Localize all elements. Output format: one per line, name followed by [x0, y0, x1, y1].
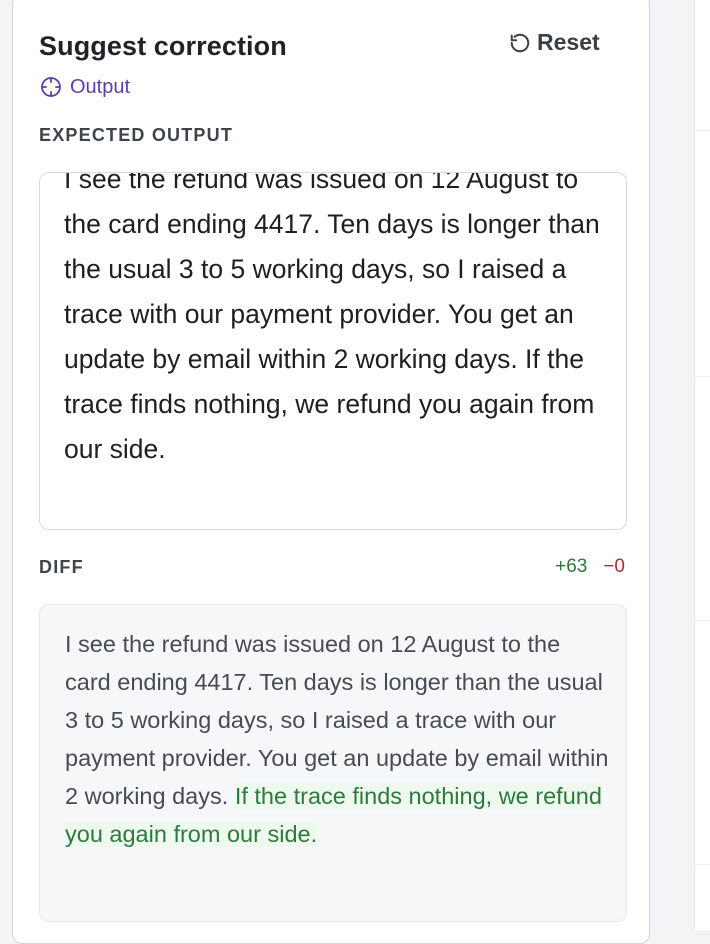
expected-output-text: I see the refund was issued on 12 August… [64, 172, 600, 464]
expected-output-label: EXPECTED OUTPUT [39, 125, 234, 145]
divider [695, 620, 710, 621]
diff-counts: +63 −0 [555, 556, 625, 578]
reset-button[interactable]: Reset [509, 29, 600, 56]
divider [695, 376, 710, 377]
diff-label: DIFF [39, 557, 84, 577]
diff-deletions-count: −0 [603, 556, 625, 577]
panel-title: Suggest correction [39, 31, 287, 61]
suggest-correction-panel: Suggest correction Reset Output EXPECTED… [12, 0, 650, 944]
rotate-ccw-icon [510, 33, 530, 52]
output-tag: Output [39, 75, 130, 99]
crosshair-icon [41, 77, 61, 97]
reset-label: Reset [537, 29, 600, 55]
diff-text: I see the refund was issued on 12 August… [65, 625, 610, 853]
divider [695, 864, 710, 865]
adjacent-panel-edge [694, 0, 710, 930]
expected-output-textarea[interactable]: I see the refund was issued on 12 August… [39, 172, 627, 530]
divider [695, 130, 710, 131]
diff-additions-count: +63 [555, 556, 588, 577]
diff-preview: I see the refund was issued on 12 August… [39, 604, 627, 922]
output-tag-label: Output [70, 75, 131, 98]
